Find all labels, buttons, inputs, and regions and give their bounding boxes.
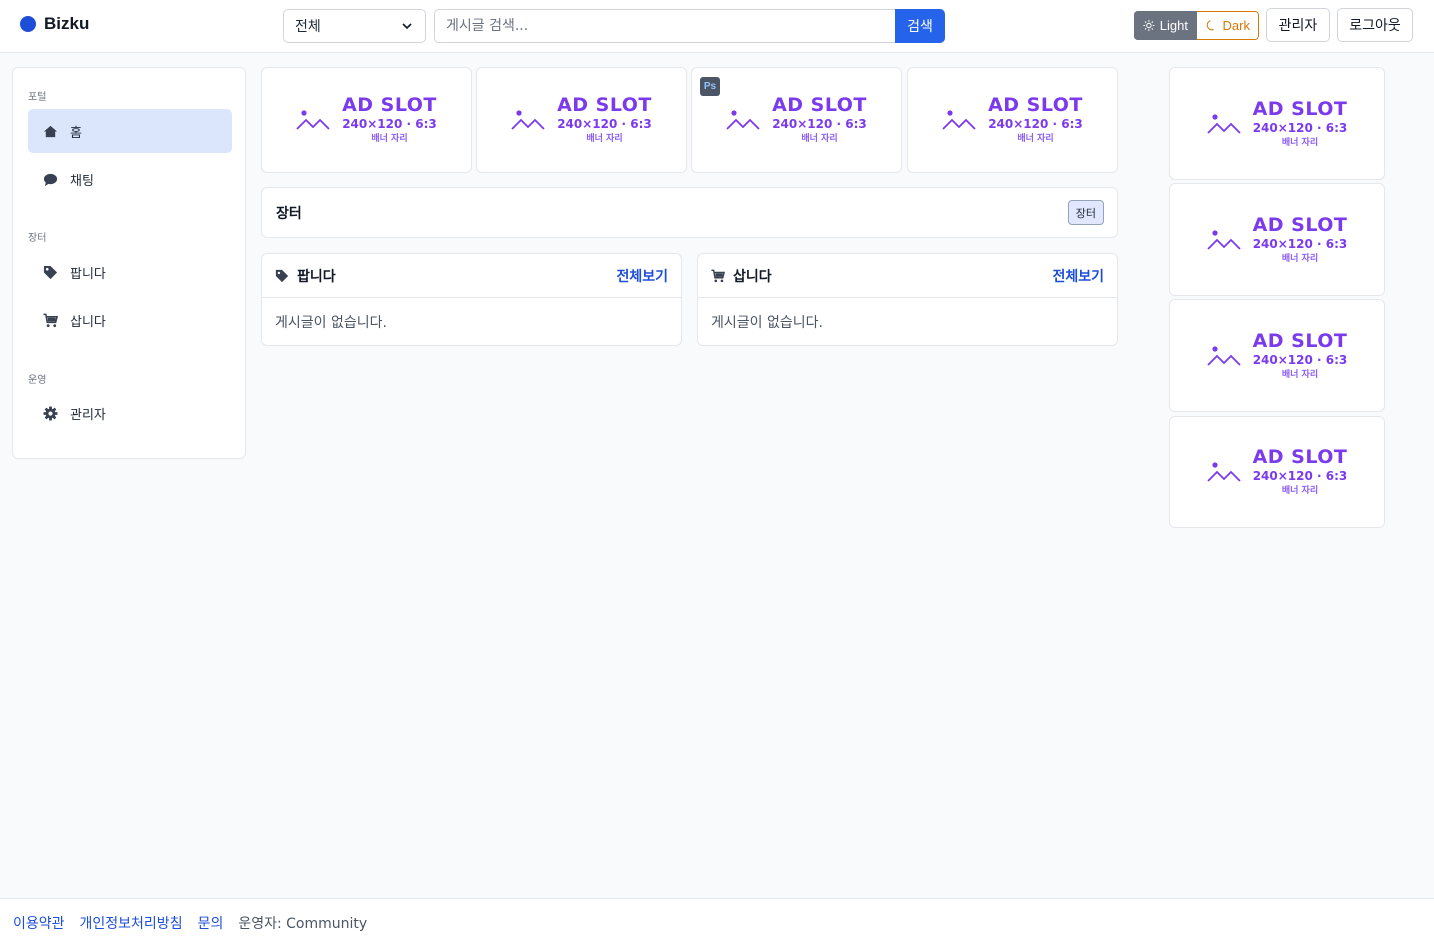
ad-title: AD SLOT [988, 94, 1083, 116]
tag-icon [275, 269, 289, 282]
sidebar-item-home[interactable]: 홈 [28, 109, 232, 153]
gear-icon [43, 405, 58, 421]
ps-badge: Ps [700, 77, 720, 96]
ad-title: AD SLOT [557, 94, 652, 116]
ad-slot[interactable]: AD SLOT 240×120 · 6:3 배너 자리 [1169, 416, 1385, 528]
footer: 이용약관 개인정보처리방침 문의 운영자: Community [0, 898, 1434, 946]
market-badge[interactable]: 장터 [1067, 200, 1104, 225]
sidebar-item-chat[interactable]: 채팅 [28, 157, 232, 201]
market-title: 장터 [276, 206, 302, 222]
sidebar-item-admin[interactable]: 관리자 [28, 391, 232, 435]
sidebar: 포털 홈 채팅 장터 팝니다 삽니다 운영 관리자 [12, 67, 246, 459]
buy-empty-message: 게시글이 없습니다. [711, 315, 823, 331]
contact-link[interactable]: 문의 [198, 913, 224, 933]
sidebar-item-label: 관리자 [70, 407, 106, 423]
sell-panel-header: 팝니다 전체보기 [262, 254, 681, 298]
search-input[interactable] [434, 9, 896, 43]
sidebar-item-sell[interactable]: 팝니다 [28, 250, 232, 294]
ad-slot[interactable]: AD SLOT 240×120 · 6:3 배너 자리 [691, 67, 902, 173]
ad-slot[interactable]: AD SLOT 240×120 · 6:3 배너 자리 [1169, 67, 1385, 180]
ad-size: 240×120 · 6:3 [1252, 469, 1348, 483]
theme-dark-button[interactable]: Dark [1197, 11, 1259, 40]
buy-panel-header: 삽니다 전체보기 [698, 254, 1117, 298]
sun-icon [1143, 20, 1155, 31]
ad-size: 240×120 · 6:3 [988, 117, 1083, 131]
sell-empty-message: 게시글이 없습니다. [275, 315, 387, 331]
sell-view-all-link[interactable]: 전체보기 [616, 266, 668, 286]
chat-icon [43, 173, 58, 186]
ad-title: AD SLOT [1252, 329, 1348, 352]
sidebar-section-portal: 포털 [28, 92, 47, 103]
sidebar-section-ops: 운영 [28, 375, 47, 386]
ad-size: 240×120 · 6:3 [1252, 236, 1348, 251]
operator-text: 운영자: Community [238, 915, 368, 932]
home-icon [43, 125, 58, 137]
ad-slot[interactable]: AD SLOT 240×120 · 6:3 배너 자리 [1169, 299, 1385, 412]
sidebar-item-label: 삽니다 [70, 314, 106, 330]
sidebar-item-buy[interactable]: 삽니다 [28, 298, 232, 342]
image-icon [1206, 345, 1241, 366]
privacy-link[interactable]: 개인정보처리방침 [80, 913, 183, 933]
image-icon [1206, 462, 1241, 482]
image-icon [1206, 113, 1241, 134]
image-icon [296, 110, 330, 130]
logout-button[interactable]: 로그아웃 [1337, 8, 1413, 42]
sell-panel: 팝니다 전체보기 게시글이 없습니다. [261, 253, 682, 346]
image-icon [511, 110, 545, 130]
search-button[interactable]: 검색 [895, 9, 945, 43]
brand[interactable]: Bizku [20, 14, 89, 34]
chevron-down-icon [402, 23, 412, 30]
sidebar-item-label: 팝니다 [70, 266, 106, 282]
ad-sub: 배너 자리 [1281, 486, 1319, 496]
ad-title: AD SLOT [342, 94, 437, 116]
ad-sub: 배너 자리 [371, 134, 408, 144]
ad-slot[interactable]: AD SLOT 240×120 · 6:3 배너 자리 [907, 67, 1118, 173]
ad-slot[interactable]: AD SLOT 240×120 · 6:3 배너 자리 [261, 67, 472, 173]
ad-sub: 배너 자리 [1281, 137, 1319, 148]
image-icon [942, 110, 976, 130]
ad-title: AD SLOT [1252, 97, 1348, 120]
ad-size: 240×120 · 6:3 [1252, 120, 1348, 135]
market-header: 장터 장터 [261, 187, 1118, 238]
ad-sub: 배너 자리 [586, 134, 623, 144]
brand-name: Bizku [44, 14, 90, 33]
sell-panel-title: 팝니다 [297, 268, 336, 285]
theme-toggle: Light Dark [1134, 11, 1259, 40]
theme-light-button[interactable]: Light [1134, 11, 1197, 40]
buy-panel-title: 삽니다 [733, 268, 772, 285]
buy-view-all-link[interactable]: 전체보기 [1052, 266, 1104, 286]
sidebar-section-market: 장터 [28, 233, 47, 244]
theme-light-label: Light [1159, 18, 1188, 33]
ad-size: 240×120 · 6:3 [772, 117, 867, 131]
theme-dark-label: Dark [1222, 18, 1250, 33]
buy-panel: 삽니다 전체보기 게시글이 없습니다. [697, 253, 1118, 346]
ad-slot[interactable]: AD SLOT 240×120 · 6:3 배너 자리 [476, 67, 687, 173]
ad-sub: 배너 자리 [1017, 134, 1054, 144]
ad-size: 240×120 · 6:3 [342, 117, 437, 131]
image-icon [726, 110, 760, 130]
terms-link[interactable]: 이용약관 [13, 913, 65, 933]
sidebar-item-label: 채팅 [70, 173, 94, 189]
sidebar-item-label: 홈 [70, 125, 82, 141]
ad-title: AD SLOT [1252, 213, 1348, 236]
ad-sub: 배너 자리 [801, 134, 838, 144]
ad-size: 240×120 · 6:3 [557, 117, 652, 131]
ad-title: AD SLOT [772, 94, 867, 116]
image-icon [1206, 229, 1241, 250]
top-header: Bizku 전체 검색 Light Dark 관리자 로그아웃 [0, 0, 1434, 53]
cart-icon [711, 269, 725, 282]
category-select-value: 전체 [295, 19, 321, 35]
ad-title: AD SLOT [1252, 446, 1348, 468]
moon-icon [1206, 20, 1214, 31]
ad-slot[interactable]: AD SLOT 240×120 · 6:3 배너 자리 [1169, 183, 1385, 296]
category-select[interactable]: 전체 [283, 9, 426, 43]
tag-icon [43, 265, 58, 279]
admin-button[interactable]: 관리자 [1266, 8, 1330, 42]
cart-icon [43, 313, 58, 327]
ad-sub: 배너 자리 [1281, 369, 1319, 380]
ad-size: 240×120 · 6:3 [1252, 352, 1348, 367]
ad-sub: 배너 자리 [1281, 253, 1319, 264]
brand-logo-icon [20, 16, 36, 32]
